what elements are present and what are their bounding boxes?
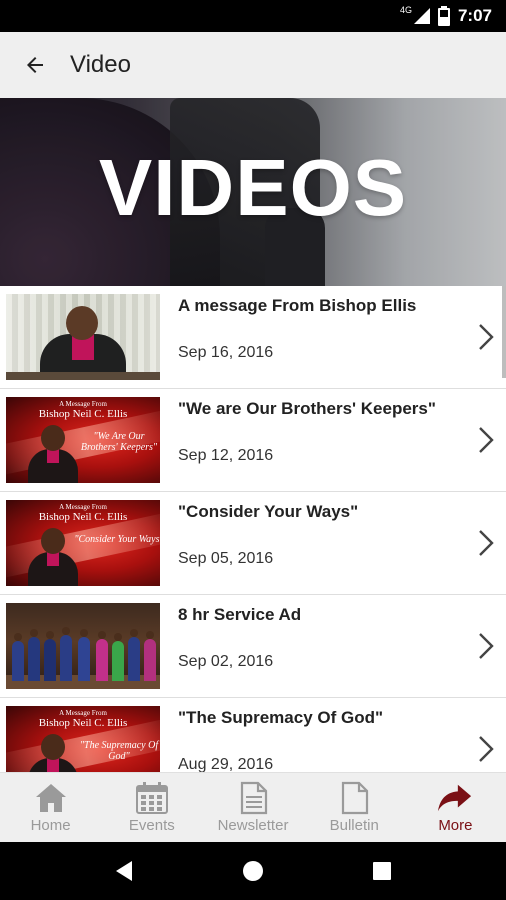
square-recents-icon [372,862,391,880]
share-arrow-icon [438,784,472,812]
video-row[interactable]: A Message From Bishop Neil C. Ellis "Con… [0,492,506,595]
nav-item-bulletin[interactable]: Bulletin [304,773,405,842]
chevron-right-icon [479,530,494,556]
system-back-button[interactable] [104,851,144,891]
back-button[interactable] [0,32,70,98]
page-title: Video [70,51,131,78]
video-date: Sep 12, 2016 [178,447,274,464]
home-icon [35,784,66,812]
video-title: "We are Our Brothers' Keepers" [178,399,436,418]
nav-item-home[interactable]: Home [0,773,101,842]
nav-item-more[interactable]: More [405,773,506,842]
nav-label: More [438,817,473,834]
video-date: Aug 29, 2016 [178,756,274,772]
video-list[interactable]: A message From Bishop Ellis Sep 16, 2016… [0,286,506,772]
status-time: 7:07 [457,6,492,25]
chevron-right-icon [479,324,494,350]
video-row[interactable]: A Message From Bishop Neil C. Ellis "We … [0,389,506,492]
video-title: "Consider Your Ways" [178,502,359,521]
video-date: Sep 02, 2016 [178,653,274,670]
nav-label: Home [30,817,71,834]
nav-label: Bulletin [329,817,379,834]
video-thumbnail: A Message From Bishop Neil C. Ellis "Con… [6,500,160,586]
video-date: Sep 16, 2016 [178,344,274,361]
video-title: "The Supremacy Of God" [178,708,384,727]
arrow-left-icon [27,57,43,73]
circle-home-icon [242,861,263,881]
video-thumbnail: A Message From Bishop Neil C. Ellis "The… [6,706,160,772]
video-thumbnail: A Message From Bishop Neil C. Ellis "We … [6,397,160,483]
nav-label: Newsletter [217,817,289,834]
hero-title: VIDEOS [98,143,408,232]
app-bar: Video [0,32,506,98]
signal-icon [413,8,430,24]
network-type: 4G [399,5,412,15]
chevron-right-icon [479,633,494,659]
triangle-back-icon [116,861,133,881]
calendar-icon [135,782,168,814]
video-title: A message From Bishop Ellis [178,296,417,315]
document-icon [342,781,369,815]
video-title: 8 hr Service Ad [178,605,302,624]
system-nav-bar [0,842,506,900]
nav-label: Events [128,817,175,834]
system-recents-button[interactable] [362,851,402,891]
newsletter-icon [240,781,268,815]
video-thumbnail [6,603,160,689]
nav-item-newsletter[interactable]: Newsletter [202,773,303,842]
video-row[interactable]: A Message From Bishop Neil C. Ellis "The… [0,698,506,772]
nav-item-events[interactable]: Events [101,773,202,842]
chevron-right-icon [479,427,494,453]
bottom-nav: Home Events Newsletter Bulletin More [0,772,506,842]
battery-icon [437,6,450,26]
hero-banner: VIDEOS [0,98,506,286]
status-bar: 4G 7:07 [0,0,506,32]
video-date: Sep 05, 2016 [178,550,274,567]
system-home-button[interactable] [233,851,273,891]
video-thumbnail [6,294,160,380]
chevron-right-icon [479,736,494,762]
video-row[interactable]: A message From Bishop Ellis Sep 16, 2016 [0,286,506,389]
video-row[interactable]: 8 hr Service Ad Sep 02, 2016 [0,595,506,698]
